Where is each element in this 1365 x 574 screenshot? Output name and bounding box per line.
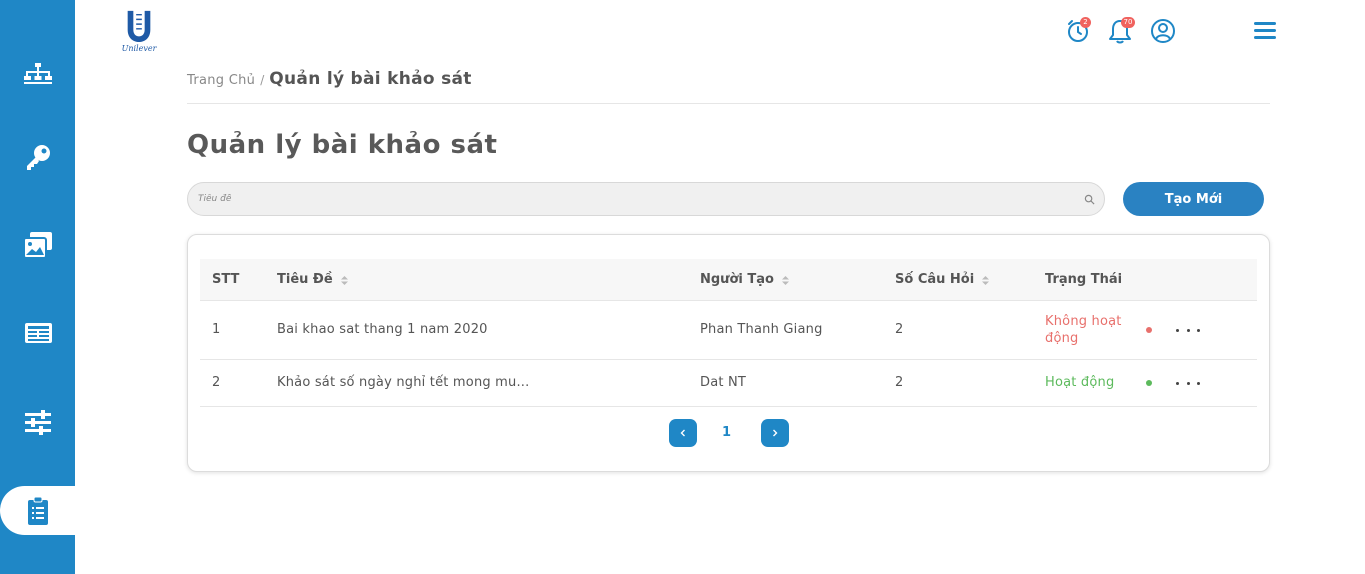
sort-icon[interactable] (982, 275, 990, 285)
sitemap-icon (23, 63, 52, 84)
search-box (187, 182, 1105, 216)
key-icon (26, 145, 50, 170)
cell-questions: 2 (895, 375, 904, 390)
cell-stt: 2 (212, 375, 221, 390)
survey-table-card: STT Tiêu Đề Người Tạo Số Câu Hỏi Trạng T… (187, 234, 1270, 472)
account-button[interactable] (1150, 18, 1176, 44)
search-icon[interactable] (1084, 194, 1095, 205)
logo-text: Unilever (121, 44, 157, 53)
column-header-stt: STT (212, 272, 240, 287)
column-header-status: Trạng Thái (1045, 272, 1123, 287)
sidebar (0, 0, 75, 574)
images-icon (22, 232, 52, 259)
previous-page-button[interactable] (669, 419, 697, 447)
status-dot (1146, 327, 1152, 333)
cell-title: Khảo sát số ngày nghỉ tết mong mu... (277, 375, 530, 390)
sort-icon[interactable] (340, 275, 348, 285)
page-number[interactable]: 1 (722, 425, 731, 440)
status-dot (1146, 380, 1152, 386)
row-actions-button[interactable] (1176, 378, 1200, 388)
sidebar-item-news[interactable] (0, 308, 75, 358)
cell-creator: Phan Thanh Giang (700, 322, 823, 337)
breadcrumb: Trang Chủ / Quản lý bài khảo sát (187, 69, 472, 89)
cell-title: Bai khao sat thang 1 nam 2020 (277, 322, 488, 337)
breadcrumb-home[interactable]: Trang Chủ (187, 73, 255, 88)
cell-status: Không hoạt động (1045, 314, 1122, 346)
column-header-questions[interactable]: Số Câu Hỏi (895, 259, 990, 301)
sort-icon[interactable] (781, 275, 789, 285)
breadcrumb-separator: / (260, 73, 265, 87)
breadcrumb-current: Quản lý bài khảo sát (269, 69, 472, 89)
cell-questions: 2 (895, 322, 904, 337)
table-header: STT Tiêu Đề Người Tạo Số Câu Hỏi Trạng T… (200, 259, 1257, 301)
alarm-clock-button[interactable]: 2 (1066, 17, 1092, 44)
user-circle-icon (1151, 19, 1175, 43)
table-row[interactable]: 1 Bai khao sat thang 1 nam 2020 Phan Tha… (200, 301, 1257, 360)
create-new-button[interactable]: Tạo Mới (1123, 182, 1264, 216)
news-icon (24, 323, 52, 343)
column-header-creator[interactable]: Người Tạo (700, 259, 789, 301)
table-row[interactable]: 2 Khảo sát số ngày nghỉ tết mong mu... D… (200, 360, 1257, 407)
page-title: Quản lý bài khảo sát (187, 130, 498, 160)
sidebar-item-sliders[interactable] (0, 397, 75, 447)
sliders-icon (24, 410, 51, 435)
column-header-title[interactable]: Tiêu Đề (277, 259, 348, 301)
sidebar-item-surveys[interactable] (0, 486, 75, 535)
next-page-button[interactable] (761, 419, 789, 447)
row-actions-button[interactable] (1176, 325, 1200, 335)
cell-creator: Dat NT (700, 375, 747, 390)
chevron-right-icon (773, 429, 778, 437)
notification-button[interactable]: 70 (1108, 17, 1135, 44)
sidebar-item-sitemap[interactable] (0, 49, 75, 99)
divider (187, 103, 1270, 104)
search-input[interactable] (188, 183, 1104, 215)
sidebar-item-images[interactable] (0, 220, 75, 270)
notification-badge: 70 (1121, 17, 1135, 28)
hamburger-icon (1254, 22, 1276, 25)
sidebar-item-key[interactable] (0, 132, 75, 182)
cell-status: Hoạt động (1045, 375, 1115, 390)
clipboard-list-icon (27, 496, 48, 525)
cell-stt: 1 (212, 322, 221, 337)
unilever-u-icon (127, 10, 151, 43)
chevron-left-icon (680, 429, 685, 437)
menu-button[interactable] (1254, 22, 1276, 40)
unilever-logo: Unilever (117, 9, 161, 55)
alarm-badge: 2 (1080, 17, 1091, 28)
